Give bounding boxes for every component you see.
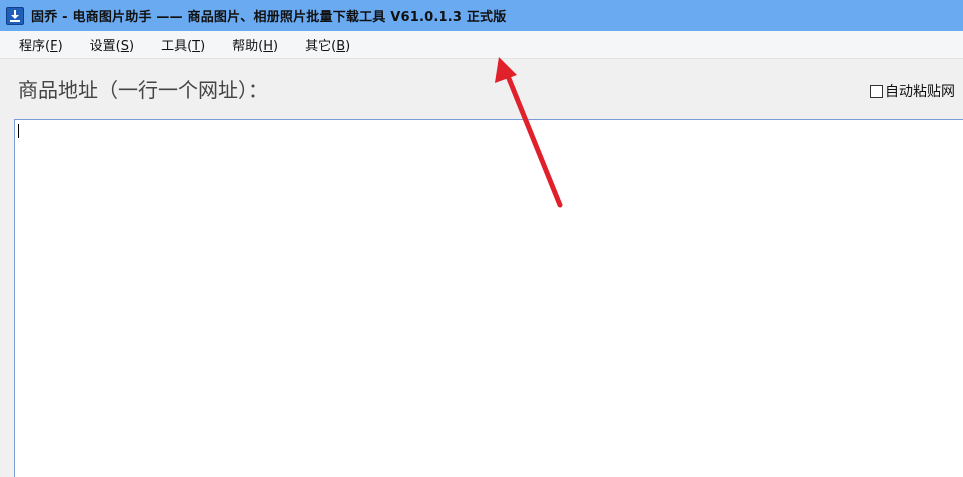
menu-other-label: 其它( [305,39,337,54]
window-title: 固乔 - 电商图片助手 —— 商品图片、相册照片批量下载工具 V61.0.1.3… [31,10,507,25]
menu-tools-accelerator: T [192,39,201,54]
menu-help-label: 帮助( [232,39,264,54]
menu-tools-label: 工具( [161,39,193,54]
menu-other-paren: ) [345,39,351,54]
download-app-icon [6,6,24,25]
product-url-label: 商品地址（一行一个网址）： [18,78,268,102]
menu-help-paren: ) [273,39,279,54]
menu-help[interactable]: 帮助(H) [225,32,285,57]
menu-tools[interactable]: 工具(T) [154,32,212,57]
menu-other-accelerator: B [336,39,346,54]
product-url-input[interactable] [14,119,963,477]
menu-program-paren: ) [57,39,63,54]
menu-program-accelerator: F [50,39,58,54]
title-bar[interactable]: 固乔 - 电商图片助手 —— 商品图片、相册照片批量下载工具 V61.0.1.3… [0,0,963,31]
text-caret [18,124,19,138]
menu-program-label: 程序( [19,39,51,54]
app-window: 固乔 - 电商图片助手 —— 商品图片、相册照片批量下载工具 V61.0.1.3… [0,0,963,477]
menu-settings-paren: ) [128,39,135,54]
menu-help-accelerator: H [263,39,274,54]
menu-bar: 程序(F) 设置(S) 工具(T) 帮助(H) 其它(B) [0,31,963,59]
auto-paste-label: 自动粘贴网 [885,84,955,100]
auto-paste-checkbox[interactable] [870,84,883,98]
menu-settings[interactable]: 设置(S) [83,32,141,57]
menu-settings-accelerator: S [120,39,129,54]
auto-paste-option[interactable]: 自动粘贴网 [870,81,963,101]
menu-tools-paren: ) [200,39,206,54]
menu-settings-label: 设置( [89,39,121,54]
menu-other[interactable]: 其它(B) [298,32,357,57]
menu-program[interactable]: 程序(F) [12,32,70,57]
